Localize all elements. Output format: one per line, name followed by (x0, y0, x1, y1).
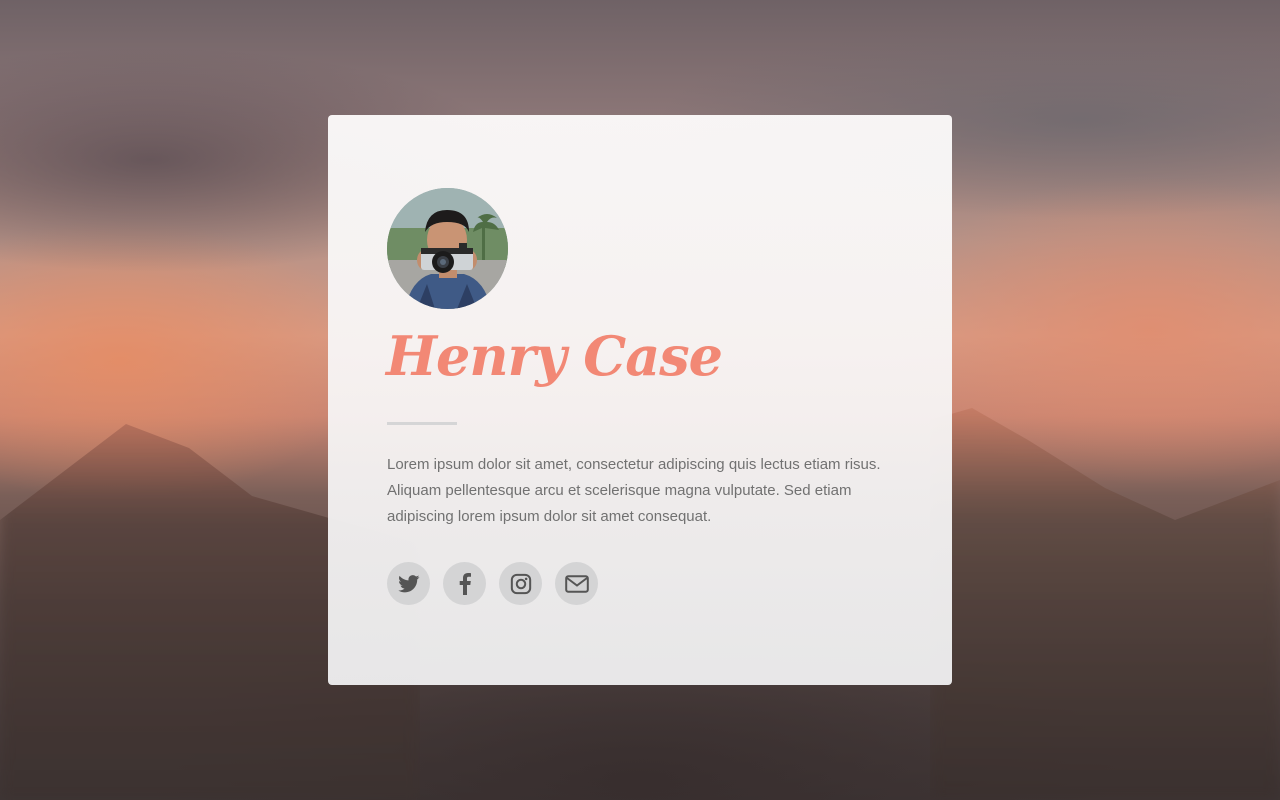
profile-card: Henry Case Lorem ipsum dolor sit amet, c… (328, 115, 952, 685)
social-links (387, 562, 598, 605)
envelope-icon (564, 574, 589, 593)
twitter-button[interactable] (387, 562, 430, 605)
facebook-button[interactable] (443, 562, 486, 605)
facebook-icon (459, 572, 471, 595)
twitter-icon (397, 574, 419, 592)
avatar (387, 188, 508, 309)
email-button[interactable] (555, 562, 598, 605)
instagram-button[interactable] (499, 562, 542, 605)
profile-name: Henry Case (386, 324, 723, 388)
profile-bio: Lorem ipsum dolor sit amet, consectetur … (387, 456, 881, 525)
divider (387, 422, 457, 425)
instagram-icon (510, 573, 531, 594)
